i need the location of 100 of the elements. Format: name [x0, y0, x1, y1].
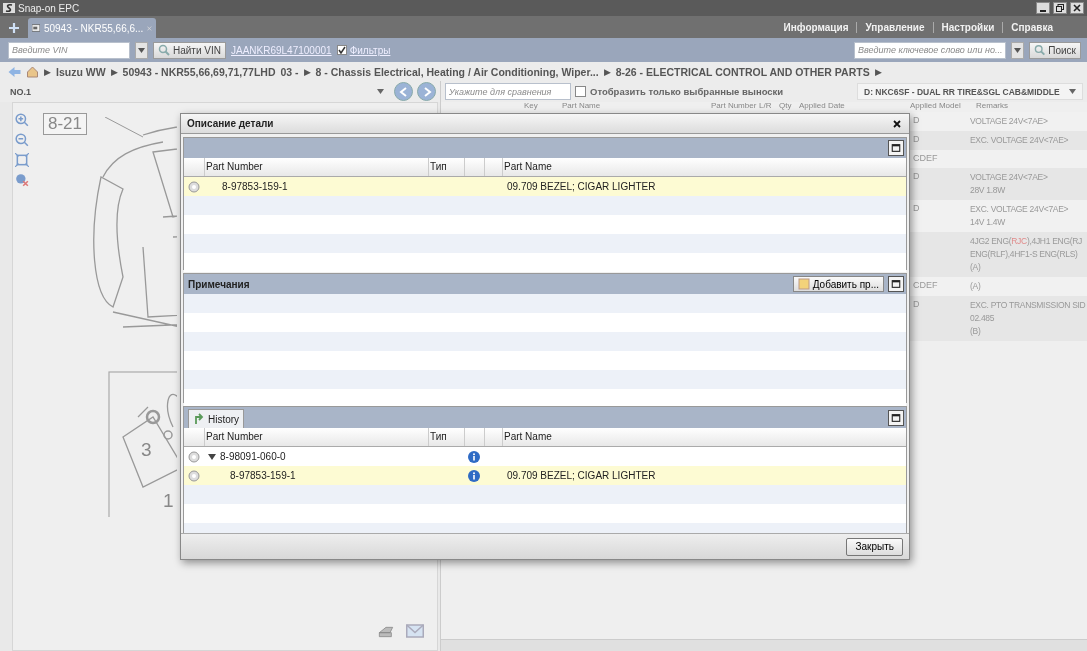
table-cell: D — [913, 203, 920, 213]
table-cell: D — [913, 171, 920, 181]
close-icon — [1073, 4, 1081, 12]
breadcrumb-link[interactable]: 50943 - NKR55,66,69,71,77LHD — [122, 65, 276, 78]
compare-field[interactable]: Укажите для сравнения — [445, 83, 571, 100]
dropdown-button[interactable] — [135, 41, 148, 59]
column-header[interactable]: Part Name — [562, 101, 601, 110]
search-icon — [1034, 44, 1046, 56]
breadcrumb-separator: ▶ — [44, 66, 51, 77]
menu-link[interactable]: Настройки — [932, 21, 1003, 33]
restore-button[interactable] — [1053, 2, 1067, 14]
zoom-out-icon[interactable] — [15, 133, 29, 147]
search-icon — [158, 44, 170, 56]
remark-text: (A) — [970, 280, 982, 293]
search-field[interactable]: Введите ключевое слово или но... — [854, 41, 1006, 59]
menu-link[interactable]: Информация — [775, 21, 857, 33]
maximize-button[interactable] — [888, 140, 904, 157]
chevron-left-icon — [398, 86, 409, 97]
checkbox[interactable] — [575, 86, 586, 97]
close-button[interactable] — [1070, 2, 1084, 14]
info-icon — [468, 469, 480, 482]
circle-icon — [188, 180, 200, 193]
circle-icon — [188, 450, 200, 463]
column-header[interactable]: Part Number — [206, 431, 263, 443]
menu-link[interactable]: Управление — [856, 21, 933, 33]
previous-button[interactable] — [394, 82, 413, 101]
add-note-button[interactable]: Добавить пр... — [792, 276, 884, 293]
return-arrow-icon — [193, 413, 205, 426]
page-selector[interactable]: NO.1 — [4, 83, 390, 100]
filters-checkbox[interactable] — [336, 45, 347, 55]
remark-text: 28V 1.8W — [970, 184, 1006, 197]
mail-icon[interactable] — [403, 622, 427, 640]
dialog-title: Описание детали — [187, 118, 275, 130]
breadcrumb-link[interactable]: 8 - Chassis Electrical, Heating / Air Conditioning, Wiper... — [315, 65, 599, 78]
menu-link[interactable]: Справка — [1002, 21, 1061, 33]
maximize-button[interactable] — [888, 276, 904, 293]
table-cell: CDEF — [913, 280, 938, 290]
column-header[interactable]: Applied Date — [799, 101, 845, 110]
dropdown-button[interactable] — [1011, 41, 1024, 59]
remark-text: VOLTAGE 24V<7AE> — [970, 171, 1049, 184]
column-header[interactable]: Applied Model — [910, 101, 961, 110]
maximize-icon — [891, 143, 901, 154]
table-row[interactable]: 8-97853-159-1 09.709 BEZEL; CIGAR LIGHTER — [184, 177, 906, 197]
part-name: 09.709 BEZEL; CIGAR LIGHTER — [507, 181, 656, 193]
breadcrumb-separator: ▶ — [303, 66, 311, 77]
search-button[interactable]: Поиск — [1029, 41, 1081, 59]
restore-icon — [1056, 4, 1064, 12]
column-header[interactable]: Part Name — [504, 161, 552, 173]
caret-icon — [138, 47, 145, 53]
callout-label[interactable]: 8-21 — [43, 113, 88, 135]
clear-zoom-icon[interactable] — [15, 173, 29, 187]
column-header[interactable]: Key — [524, 101, 538, 110]
plus-icon — [8, 22, 20, 34]
remark-text: 4JG2 ENG(RJC),4JH1 ENG(RJ — [970, 235, 1083, 248]
home-icon[interactable] — [26, 65, 39, 78]
remark-text: ENG(RLF),4HF1-S ENG(RLS) — [970, 248, 1079, 261]
next-button[interactable] — [417, 82, 436, 101]
remark-text: (A) — [970, 261, 982, 274]
table-cell: CDEF — [913, 153, 938, 163]
column-header[interactable]: L/R — [759, 101, 772, 110]
maximize-button[interactable] — [888, 409, 904, 426]
vin-field[interactable]: Введите VIN — [8, 41, 130, 59]
breadcrumb-link[interactable]: Isuzu WW — [56, 65, 106, 78]
table-row[interactable]: 8-97853-159-1 09.709 BEZEL; CIGAR LIGHTER — [184, 466, 906, 486]
breadcrumb-separator: ▶ — [603, 66, 611, 77]
minimize-button[interactable] — [1036, 2, 1050, 14]
window-title: Snap-on EPC — [18, 2, 81, 14]
info-icon — [468, 450, 480, 463]
column-header[interactable]: Part Number — [206, 161, 263, 173]
part-name: 09.709 BEZEL; CIGAR LIGHTER — [507, 470, 656, 482]
column-header[interactable]: Remarks — [976, 101, 1008, 110]
back-arrow-icon[interactable] — [8, 65, 21, 78]
column-header[interactable]: Part Number — [711, 101, 757, 110]
caret-icon[interactable] — [208, 452, 216, 461]
breadcrumb-separator: ▶ — [110, 66, 118, 77]
part-number: 8-97853-159-1 — [222, 181, 288, 193]
part-number: 8-98091-060-0 — [220, 451, 286, 463]
table-cell: D — [913, 134, 920, 144]
history-tab[interactable]: History — [188, 409, 245, 429]
column-header[interactable]: Тип — [430, 431, 447, 443]
remark-text: EXC. VOLTAGE 24V<7AE> — [970, 134, 1070, 147]
find-vin-button[interactable]: Найти VIN — [153, 41, 226, 59]
checkbox-label: Отобразить только выбранные выноски — [590, 86, 784, 97]
close-button[interactable] — [891, 117, 903, 130]
zoom-in-icon[interactable] — [15, 113, 29, 127]
column-header[interactable]: Part Name — [504, 431, 552, 443]
remark-text: (B) — [970, 325, 982, 338]
caret-icon — [1014, 47, 1021, 53]
variant-selector[interactable]: D: NKC6SF - DUAL RR TIRE&SGL CAB&MIDDLE — [857, 83, 1083, 100]
column-header[interactable]: Тип — [430, 161, 447, 173]
close-dialog-button[interactable]: Закрыть — [846, 537, 903, 556]
section-title: Примечания — [188, 278, 251, 290]
note-icon — [797, 278, 810, 291]
horizontal-scrollbar[interactable] — [441, 639, 1087, 651]
breadcrumb-separator: ▶ — [874, 66, 882, 77]
maximize-icon — [891, 279, 901, 290]
breadcrumb-link[interactable]: 03 - — [280, 65, 299, 78]
fit-icon[interactable] — [15, 153, 29, 167]
maximize-icon — [891, 412, 901, 423]
breadcrumb-link[interactable]: 8-26 - ELECTRICAL CONTROL AND OTHER PARTS — [615, 65, 870, 78]
